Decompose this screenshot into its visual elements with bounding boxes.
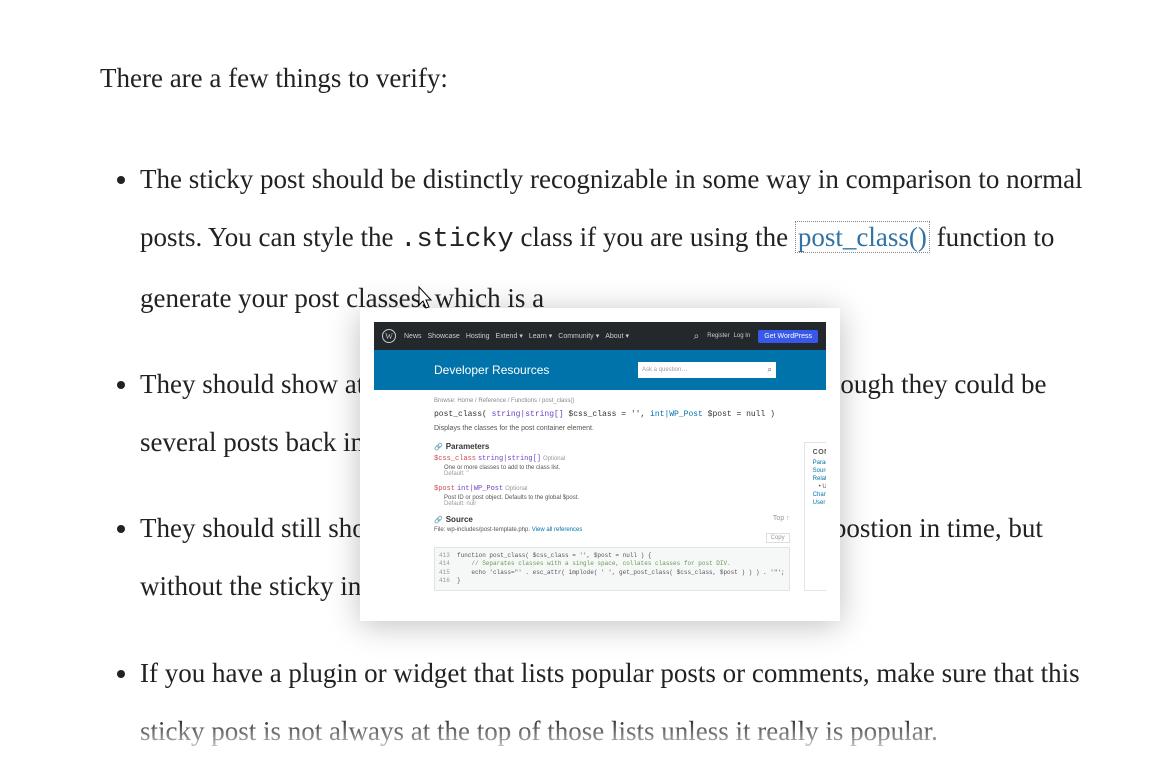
wordpress-logo-icon [382, 329, 396, 343]
login-link[interactable]: Log In [734, 333, 751, 339]
get-wordpress-button[interactable]: Get WordPress [758, 330, 818, 343]
hero-title: Developer Resources [434, 363, 618, 377]
toc-link[interactable]: • Uses [813, 484, 826, 490]
chevron-down-icon: ▾ [626, 332, 630, 340]
toc-link[interactable]: Source [813, 468, 826, 474]
source-code-block: 413function post_class( $css_class = '',… [434, 547, 790, 591]
nav-item-showcase[interactable]: Showcase [428, 332, 460, 340]
search-icon[interactable]: ⌕ [694, 331, 700, 342]
list-item: If you have a plugin or widget that list… [140, 644, 1114, 758]
function-description: Displays the classes for the post contai… [434, 425, 810, 432]
sticky-class-code: .sticky [400, 225, 513, 255]
param-css-class: $css_class string|string[] Optional One … [434, 455, 790, 477]
nav-item-news[interactable]: News [404, 332, 422, 340]
nav-item-about[interactable]: About▾ [605, 332, 629, 340]
nav-item-hosting[interactable]: Hosting [466, 332, 490, 340]
link-preview-popup: News Showcase Hosting Extend▾ Learn▾ Communit… [360, 308, 840, 621]
nav-item-community[interactable]: Community▾ [558, 332, 599, 340]
toc-link[interactable]: User Contributed Notes [813, 500, 826, 506]
breadcrumb: Browse: Home / Reference / Functions / p… [434, 398, 810, 404]
copy-button[interactable]: Copy [766, 533, 790, 543]
toc-link[interactable]: Changelog [813, 492, 826, 498]
chevron-down-icon: ▾ [549, 332, 553, 340]
intro-text: There are a few things to verify: [100, 57, 1114, 100]
toc-link[interactable]: Parameters [813, 460, 826, 466]
nav-item-extend[interactable]: Extend▾ [496, 332, 523, 340]
chevron-down-icon: ▾ [519, 332, 523, 340]
hero-bar: Developer Resources Ask a question…⌕ [374, 350, 826, 390]
source-file: File: wp-includes/post-template.php. Vie… [434, 527, 790, 533]
li1-part-b: class if you are using the [514, 222, 795, 252]
nav-item-learn[interactable]: Learn▾ [529, 332, 552, 340]
view-references-link[interactable]: View all references [532, 527, 583, 533]
register-link[interactable]: Register [707, 333, 729, 339]
param-post: $post int|WP_Post Optional Post ID or po… [434, 485, 790, 507]
function-signature: post_class( string|string[] $css_class =… [434, 410, 810, 419]
search-icon: ⌕ [768, 365, 772, 375]
anchor-icon: 🔗 [434, 443, 443, 451]
anchor-icon: 🔗 [434, 516, 443, 524]
chevron-down-icon: ▾ [596, 332, 600, 340]
toc-link[interactable]: Related [813, 476, 826, 482]
hero-search-input[interactable]: Ask a question…⌕ [638, 362, 776, 378]
parameters-heading: 🔗Parameters [434, 442, 790, 451]
contents-sidebar: CONTENTS ParametersSourceRelated• UsesCh… [804, 442, 826, 591]
top-link[interactable]: Top ↑ [773, 515, 790, 524]
wp-topbar: News Showcase Hosting Extend▾ Learn▾ Communit… [374, 322, 826, 350]
list-item: The sticky post should be distinctly rec… [140, 150, 1114, 327]
post-class-link[interactable]: post_class() [795, 221, 930, 253]
source-heading: Source [446, 515, 473, 524]
